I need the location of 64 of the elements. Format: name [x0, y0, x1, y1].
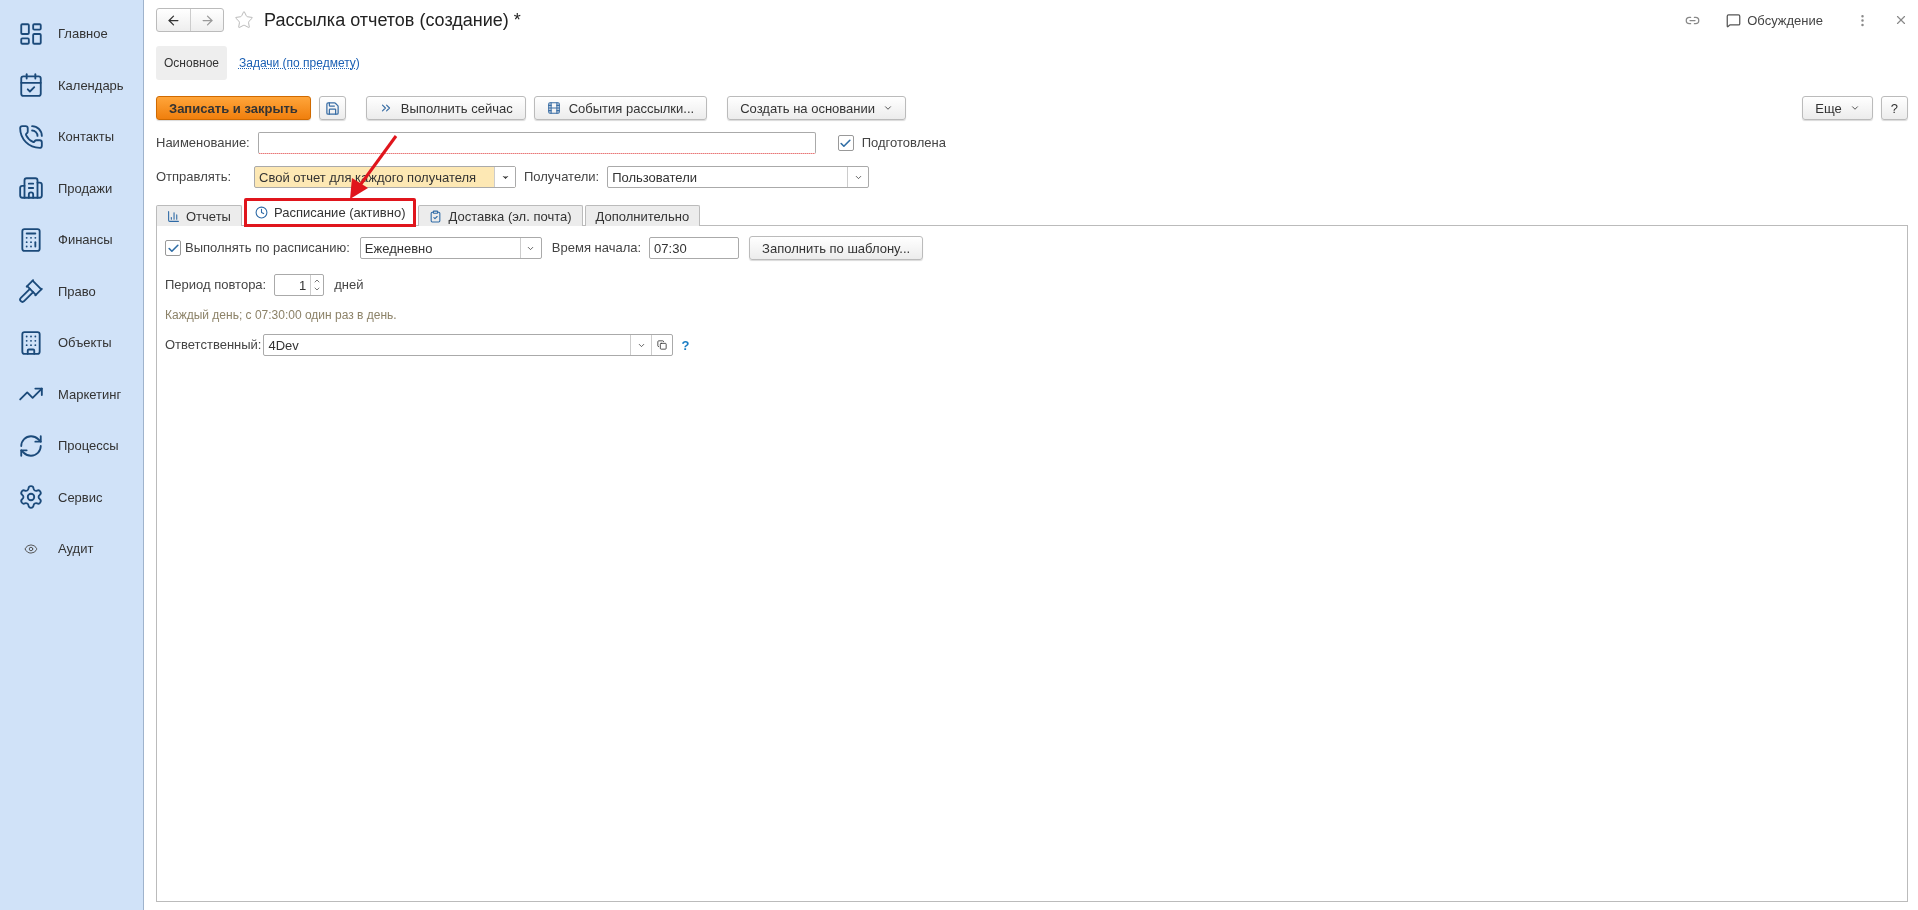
close-icon[interactable]: [1894, 13, 1908, 27]
sidebar-item[interactable]: Продажи: [0, 162, 143, 214]
film-icon: [546, 101, 561, 115]
checkbox-label: Выполнять по расписанию:: [185, 240, 350, 256]
calendar-icon: [18, 72, 44, 99]
sidebar-item[interactable]: Маркетинг: [0, 368, 143, 420]
tab[interactable]: Отчеты: [156, 205, 242, 226]
frequency-select[interactable]: Ежедневно: [359, 237, 542, 259]
check-icon: [166, 241, 180, 255]
field-label: Ответственный:: [165, 337, 262, 353]
forward-arrow-icon: [199, 12, 215, 28]
sidebar-item[interactable]: Финансы: [0, 214, 143, 266]
sidebar-item[interactable]: Сервис: [0, 471, 143, 523]
open-icon: [657, 340, 668, 350]
sidebar-item[interactable]: Право: [0, 265, 143, 317]
start-time-field[interactable]: 07:30: [649, 237, 740, 259]
tab[interactable]: Дополнительно: [584, 205, 701, 226]
help-button[interactable]: ?: [1880, 96, 1908, 120]
recipients-select[interactable]: Пользователи: [607, 166, 870, 188]
unit-label: дней: [334, 277, 364, 293]
sidebar-item[interactable]: Календарь: [0, 59, 143, 111]
field-label: Получатели:: [524, 169, 600, 185]
field-label: Наименование:: [156, 135, 250, 151]
chart-icon: [167, 209, 180, 223]
window-title: Рассылка отчетов (создание) *: [264, 9, 521, 31]
up-icon[interactable]: [313, 277, 322, 285]
back-arrow-icon: [166, 12, 181, 28]
tab[interactable]: Расписание (активно): [243, 198, 417, 227]
period-field[interactable]: 1: [274, 274, 325, 296]
field-label: Отправлять:: [156, 169, 233, 185]
responsible-field[interactable]: 4Dev: [263, 334, 674, 356]
fill-template-button[interactable]: Заполнить по шаблону...: [749, 236, 924, 260]
save-and-close-button[interactable]: Записать и закрыть: [156, 96, 311, 120]
events-button[interactable]: События рассылки...: [533, 96, 708, 120]
discussion-button[interactable]: Обсуждение: [1726, 12, 1823, 28]
menu-button[interactable]: Еще: [1802, 96, 1873, 120]
down-icon[interactable]: [313, 285, 322, 293]
service-icon: [18, 484, 44, 511]
sidebar-item[interactable]: Контакты: [0, 111, 143, 163]
chat-icon: [1726, 12, 1742, 28]
sidebar-item[interactable]: Объекты: [0, 317, 143, 369]
clock-icon: [254, 206, 268, 219]
sidebar-item[interactable]: Аудит: [0, 523, 143, 575]
caret-icon: [883, 103, 894, 113]
name-field[interactable]: [257, 132, 816, 154]
caret-icon: [1849, 103, 1860, 113]
field-label: Период повтора:: [165, 277, 267, 293]
clipboard-icon: [429, 209, 443, 223]
check-icon: [839, 136, 853, 150]
section-tab[interactable]: Основное: [156, 46, 227, 80]
sidebar-item[interactable]: Главное: [0, 8, 143, 60]
help-link[interactable]: ?: [681, 337, 690, 353]
sidebar-item[interactable]: Процессы: [0, 420, 143, 472]
tab[interactable]: Доставка (эл. почта): [418, 205, 583, 226]
checkbox-label: Подготовлена: [861, 135, 946, 151]
checkbox[interactable]: [165, 240, 181, 256]
run-now-button[interactable]: Выполнить сейчас: [365, 96, 526, 120]
schedule-summary: Каждый день; с 07:30:00 один раз в день.: [165, 308, 398, 322]
star-icon[interactable]: [234, 10, 254, 30]
save-button[interactable]: [318, 96, 346, 120]
field-label: Время начала:: [551, 240, 642, 256]
checkbox[interactable]: [837, 135, 854, 151]
section-tab[interactable]: Задачи (по предмету): [231, 46, 368, 80]
menu-button[interactable]: Создать на основании: [727, 96, 907, 120]
